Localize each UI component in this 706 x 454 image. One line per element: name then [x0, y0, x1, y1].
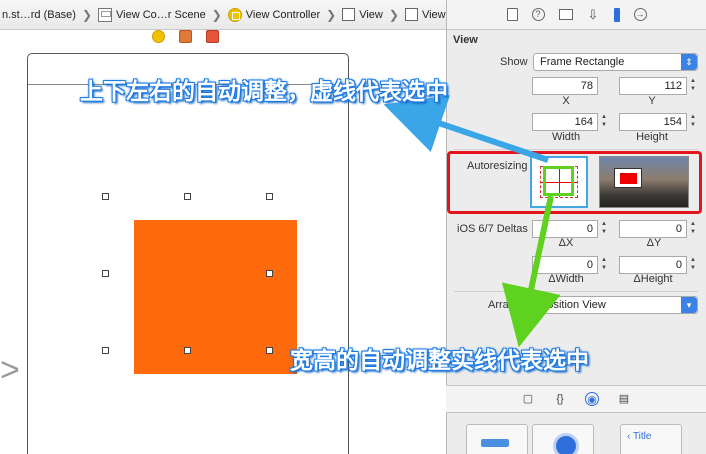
breadcrumb-view-controller-label: View Controller: [245, 8, 321, 21]
x-field[interactable]: 78: [532, 77, 598, 95]
first-responder-icon[interactable]: [179, 30, 192, 43]
resize-handle[interactable]: [266, 347, 273, 354]
delta-x-field[interactable]: 0: [532, 220, 598, 238]
breadcrumb-separator: ❯: [388, 7, 399, 22]
breadcrumb-separator: ❯: [81, 7, 93, 22]
media-library-icon[interactable]: ▤: [617, 392, 631, 406]
breadcrumb-storyboard[interactable]: n.st…rd (Base): [0, 9, 78, 21]
y-stepper[interactable]: ▲ ▼: [688, 77, 698, 95]
delta-height-field[interactable]: 0: [619, 256, 687, 274]
attributes-inspector-icon[interactable]: ⇩: [587, 8, 600, 21]
delta-height-label: ΔHeight: [633, 273, 673, 285]
x-label: X: [562, 95, 570, 107]
delta-width-stepper[interactable]: ▲ ▼: [599, 256, 609, 274]
jump-bar: n.st…rd (Base) ❯ View Co…r Scene ❯ View …: [0, 0, 446, 30]
chevron-updown-icon: ⇕: [681, 54, 697, 70]
arrange-label: Arrange: [488, 299, 528, 311]
resize-handle[interactable]: [102, 193, 109, 200]
section-title-view: View: [453, 34, 478, 46]
height-label: Height: [636, 131, 668, 143]
chevron-down-icon: ▾: [681, 297, 697, 313]
annotation-bottom: 宽高的自动调整实线代表选中: [290, 348, 589, 374]
resize-handle[interactable]: [266, 270, 273, 277]
show-label: Show: [500, 56, 528, 68]
delta-y-stepper[interactable]: ▲ ▼: [688, 220, 698, 238]
breadcrumb-view[interactable]: View: [340, 8, 385, 21]
library-nav-tile-title: Title: [632, 431, 652, 442]
library-item-object[interactable]: [532, 424, 594, 454]
y-field[interactable]: 112: [619, 77, 687, 95]
delta-y-field[interactable]: 0: [619, 220, 687, 238]
delta-width-label: ΔWidth: [548, 273, 584, 285]
height-field[interactable]: 154: [619, 113, 687, 131]
library-item-view-controller[interactable]: [466, 424, 528, 454]
arrange-popup[interactable]: Position View ▾: [533, 296, 698, 314]
library-item-navigation-controller[interactable]: ‹ Title: [620, 424, 682, 454]
autoresizing-highlight-frame: [447, 151, 702, 214]
arrange-popup-value: Position View: [540, 299, 606, 311]
code-snippet-icon[interactable]: {}: [553, 392, 567, 406]
width-stepper[interactable]: ▲ ▼: [599, 113, 609, 131]
quick-help-icon[interactable]: ?: [531, 8, 545, 21]
delta-x-label: ΔX: [558, 237, 574, 249]
breadcrumb-subview-label: View: [421, 8, 446, 21]
delta-x-stepper[interactable]: ▲ ▼: [599, 220, 609, 238]
delta-width-field[interactable]: 0: [532, 256, 598, 274]
delta-height-stepper[interactable]: ▲ ▼: [688, 256, 698, 274]
resize-handle[interactable]: [102, 347, 109, 354]
y-label: Y: [648, 95, 656, 107]
delta-y-label: ΔY: [646, 237, 662, 249]
file-inspector-icon[interactable]: [506, 8, 518, 21]
breadcrumb-separator: ❯: [326, 7, 337, 22]
width-field[interactable]: 164: [532, 113, 598, 131]
breadcrumb-view-controller[interactable]: View Controller: [226, 7, 322, 22]
show-popup[interactable]: Frame Rectangle ⇕: [533, 53, 698, 71]
scene-icon: [98, 7, 113, 22]
connections-inspector-icon[interactable]: →: [633, 8, 647, 21]
breadcrumb-scene[interactable]: View Co…r Scene: [96, 7, 208, 22]
show-popup-value: Frame Rectangle: [540, 56, 625, 68]
resize-handle[interactable]: [184, 347, 191, 354]
breadcrumb-subview[interactable]: View: [403, 8, 446, 21]
identity-inspector-icon[interactable]: [558, 9, 573, 20]
resize-handle[interactable]: [266, 193, 273, 200]
width-label: Width: [551, 131, 581, 143]
height-stepper[interactable]: ▲ ▼: [688, 113, 698, 131]
view-controller-icon: [227, 7, 242, 22]
size-inspector-icon[interactable]: [613, 7, 620, 22]
inspector-tab-bar: ? ⇩ →: [447, 0, 706, 30]
resize-handle[interactable]: [102, 270, 109, 277]
file-template-icon[interactable]: ▢: [521, 392, 535, 406]
annotation-top: 上下左右的自动调整，虚线代表选中: [80, 79, 448, 105]
exit-icon[interactable]: [206, 30, 219, 43]
view-icon: [342, 8, 356, 21]
scene-dock: [152, 30, 219, 43]
breadcrumb-separator: ❯: [211, 7, 222, 22]
breadcrumb-storyboard-label: n.st…rd (Base): [2, 8, 76, 21]
view-controller-scene[interactable]: [27, 53, 349, 454]
section-divider: [454, 149, 698, 150]
view-icon: [404, 8, 418, 21]
ios-deltas-label: iOS 6/7 Deltas: [457, 223, 528, 235]
breadcrumb-scene-label: View Co…r Scene: [116, 8, 206, 21]
view-controller-dock-icon[interactable]: [152, 30, 165, 43]
breadcrumb-view-label: View: [359, 8, 383, 21]
library-tab-bar: ▢ {} ◉ ▤: [446, 385, 706, 413]
object-library-icon[interactable]: ◉: [585, 392, 599, 406]
resize-handle[interactable]: [184, 193, 191, 200]
section-divider: [454, 291, 698, 292]
entry-point-arrow-icon: >: [0, 351, 20, 389]
